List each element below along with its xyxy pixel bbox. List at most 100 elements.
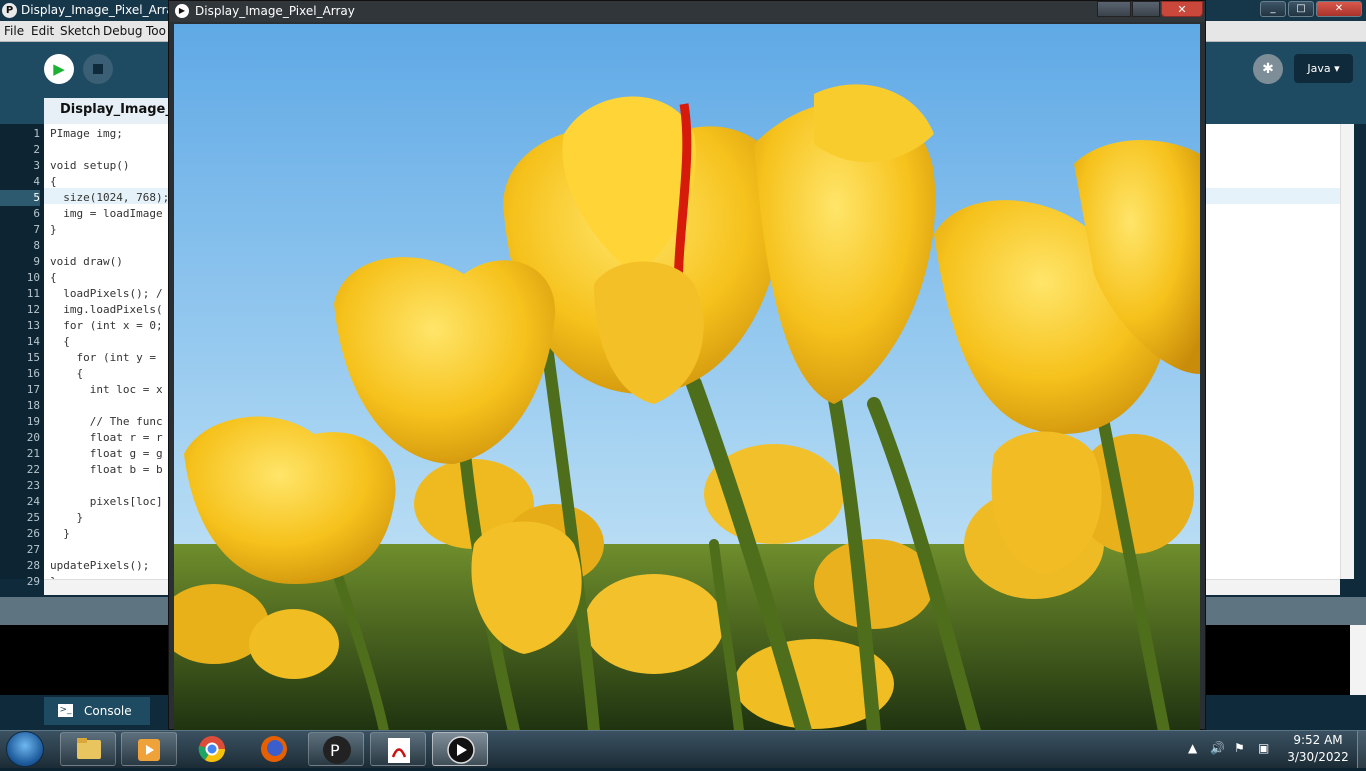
code-line: for (int x = 0; xyxy=(50,319,163,332)
code-line: { xyxy=(50,335,70,348)
code-line: { xyxy=(50,271,57,284)
menu-file[interactable]: File xyxy=(4,24,24,38)
ide-minimize-button[interactable]: _ xyxy=(1260,1,1286,17)
line-number: 28 xyxy=(26,559,40,572)
folder-icon xyxy=(77,738,101,759)
line-number: 5 xyxy=(0,190,40,206)
console-icon: >_ xyxy=(58,704,73,717)
processing-icon: ▶ xyxy=(175,4,189,18)
line-number: 22 xyxy=(26,463,40,476)
menu-edit[interactable]: Edit xyxy=(31,24,54,38)
line-number: 12 xyxy=(26,303,40,316)
code-line: updatePixels(); xyxy=(50,559,150,572)
menu-tools[interactable]: Too xyxy=(146,24,166,38)
line-number: 7 xyxy=(33,223,40,236)
code-line: float g = g xyxy=(50,447,163,460)
line-number: 25 xyxy=(26,511,40,524)
sketch-close-button[interactable]: ✕ xyxy=(1161,1,1203,17)
line-number: 24 xyxy=(26,495,40,508)
svg-text:P: P xyxy=(330,741,340,760)
taskbar-firefox[interactable] xyxy=(246,732,302,766)
line-number: 21 xyxy=(26,447,40,460)
mode-selector[interactable]: Java ▾ xyxy=(1294,54,1353,83)
show-hidden-icons-icon[interactable]: ▲ xyxy=(1188,741,1197,755)
sketch-output-window[interactable]: ▶ Display_Image_Pixel_Array ✕ xyxy=(168,0,1206,731)
network-icon[interactable]: ▣ xyxy=(1258,741,1269,755)
line-number: 29 xyxy=(26,575,40,588)
line-number: 26 xyxy=(26,527,40,540)
sketch-canvas[interactable] xyxy=(174,24,1200,731)
taskbar-windows-explorer[interactable] xyxy=(60,732,116,766)
line-number: 19 xyxy=(26,415,40,428)
line-number: 14 xyxy=(26,335,40,348)
line-number: 3 xyxy=(33,159,40,172)
stop-button[interactable] xyxy=(83,54,113,84)
chrome-icon xyxy=(198,736,226,763)
code-line: } xyxy=(50,511,84,524)
line-number: 1 xyxy=(33,127,40,140)
debug-button[interactable]: ✱ xyxy=(1253,54,1283,84)
line-number: 9 xyxy=(33,255,40,268)
code-line: img.loadPixels( xyxy=(50,303,163,316)
volume-icon[interactable]: 🔊 xyxy=(1210,741,1225,755)
line-number: 2 xyxy=(33,143,40,156)
tab-sketch[interactable]: Display_Image_Pi xyxy=(44,98,184,124)
menu-sketch[interactable]: Sketch xyxy=(60,24,100,38)
line-number: 10 xyxy=(26,271,40,284)
code-line: int loc = x xyxy=(50,383,163,396)
taskbar-chrome[interactable] xyxy=(184,732,240,766)
tab-console[interactable]: >_ Console xyxy=(44,697,150,725)
clock-time: 9:52 AM xyxy=(1293,733,1343,747)
code-line: for (int y = xyxy=(50,351,163,364)
code-line: img = loadImage xyxy=(50,207,163,220)
tulips-image xyxy=(174,24,1200,731)
code-line: { xyxy=(50,175,57,188)
code-line: PImage img; xyxy=(50,127,123,140)
code-line: void setup() xyxy=(50,159,130,172)
line-number: 20 xyxy=(26,431,40,444)
line-number: 11 xyxy=(26,287,40,300)
code-line: size(1024, 768); xyxy=(50,191,170,204)
sketch-window-titlebar[interactable]: ▶ Display_Image_Pixel_Array ✕ xyxy=(169,1,1205,22)
start-button[interactable] xyxy=(6,731,44,767)
editor-vertical-scrollbar[interactable] xyxy=(1340,124,1354,579)
code-line: } xyxy=(50,527,70,540)
system-clock[interactable]: 9:52 AM 3/30/2022 xyxy=(1283,732,1353,766)
line-number: 15 xyxy=(26,351,40,364)
show-desktop-button[interactable] xyxy=(1357,731,1366,768)
line-number: 4 xyxy=(33,175,40,188)
pdf-icon xyxy=(388,738,410,763)
console-tab-label: Console xyxy=(84,704,132,718)
firefox-icon xyxy=(261,736,287,762)
ide-maximize-button[interactable]: □ xyxy=(1288,1,1314,17)
sketch-minimize-button[interactable] xyxy=(1097,1,1131,17)
console-scrollbar[interactable] xyxy=(1350,625,1366,695)
media-player-icon xyxy=(138,739,160,761)
ide-close-button[interactable]: ✕ xyxy=(1316,1,1362,17)
sketch-window-title: Display_Image_Pixel_Array xyxy=(195,4,355,18)
code-line: } xyxy=(50,223,57,236)
code-line: float r = r xyxy=(50,431,163,444)
taskbar-pdf-reader[interactable] xyxy=(370,732,426,766)
taskbar-media-player[interactable] xyxy=(121,732,177,766)
line-number: 13 xyxy=(26,319,40,332)
processing-icon: P xyxy=(323,736,351,764)
line-number: 17 xyxy=(26,383,40,396)
line-number: 16 xyxy=(26,367,40,380)
sketch-maximize-button[interactable] xyxy=(1132,1,1160,17)
code-line: float b = b xyxy=(50,463,163,476)
taskbar-processing-sketch[interactable] xyxy=(432,732,488,766)
code-line: // The func xyxy=(50,415,163,428)
line-number: 27 xyxy=(26,543,40,556)
processing-app-icon: P xyxy=(2,3,17,18)
menu-debug[interactable]: Debug xyxy=(103,24,142,38)
taskbar-processing[interactable]: P xyxy=(308,732,364,766)
stop-icon xyxy=(93,64,103,74)
line-number-gutter: 1 2 3 4 5 6 7 8 9 10 11 12 13 14 15 16 17 18 19 20 21 22 23 24 2… xyxy=(0,124,44,588)
ide-window-title: Display_Image_Pixel_Array xyxy=(21,3,181,17)
action-center-flag-icon[interactable]: ⚑ xyxy=(1234,741,1245,755)
line-number: 18 xyxy=(26,399,40,412)
line-number: 23 xyxy=(26,479,40,492)
run-button[interactable]: ▶ xyxy=(44,54,74,84)
clock-date: 3/30/2022 xyxy=(1287,750,1349,764)
